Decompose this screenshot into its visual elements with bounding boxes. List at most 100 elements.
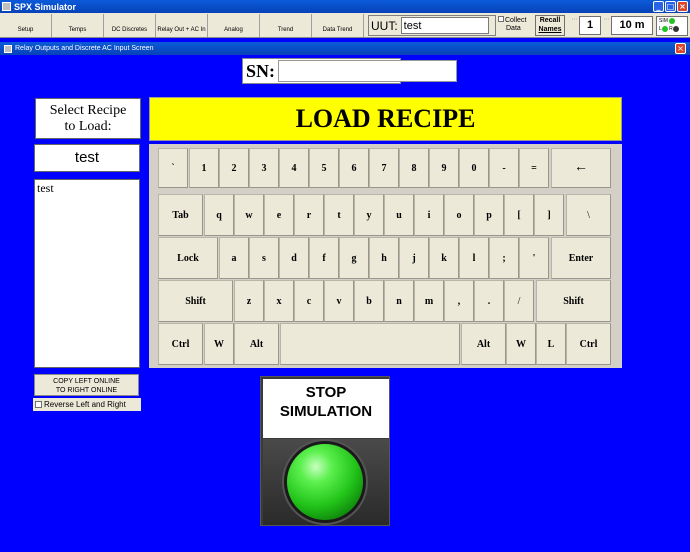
child-close-button[interactable]: ×: [675, 43, 686, 54]
key-p[interactable]: p: [474, 194, 504, 236]
counter-field[interactable]: 1: [579, 16, 601, 35]
key-left-shift[interactable]: Shift: [158, 280, 233, 322]
key-o[interactable]: o: [444, 194, 474, 236]
close-button[interactable]: ×: [677, 1, 688, 12]
key-left-alt[interactable]: Alt: [234, 323, 279, 365]
maximize-button[interactable]: □: [665, 1, 676, 12]
key-5[interactable]: 5: [309, 148, 339, 188]
load-recipe-button[interactable]: LOAD RECIPE: [149, 97, 622, 141]
key-f[interactable]: f: [309, 237, 339, 279]
child-window-title: Relay Outputs and Discrete AC Input Scre…: [15, 45, 154, 52]
interval-field[interactable]: 10 m: [611, 16, 653, 35]
tab-dc-discretes[interactable]: DC Discretes: [104, 14, 156, 37]
collect-data-checkbox[interactable]: Collect Data: [498, 16, 534, 33]
key-d[interactable]: d: [279, 237, 309, 279]
key-i[interactable]: i: [414, 194, 444, 236]
key-enter[interactable]: Enter: [551, 237, 611, 279]
key-7[interactable]: 7: [369, 148, 399, 188]
key-u[interactable]: u: [384, 194, 414, 236]
key-h[interactable]: h: [369, 237, 399, 279]
key-z[interactable]: z: [234, 280, 264, 322]
tab-setup[interactable]: Setup: [0, 14, 52, 37]
key-left-ctrl[interactable]: Ctrl: [158, 323, 203, 365]
key-a[interactable]: a: [219, 237, 249, 279]
stop-simulation-button[interactable]: [287, 444, 363, 520]
key-backtick[interactable]: `: [158, 148, 188, 188]
key-left-bracket[interactable]: [: [504, 194, 534, 236]
key-comma[interactable]: ,: [444, 280, 474, 322]
key-right-alt[interactable]: Alt: [461, 323, 506, 365]
stop-line1: STOP: [305, 384, 347, 401]
key-c[interactable]: c: [294, 280, 324, 322]
key-equals[interactable]: =: [519, 148, 549, 188]
key-8[interactable]: 8: [399, 148, 429, 188]
tab-trend[interactable]: Trend: [260, 14, 312, 37]
key-right-ctrl[interactable]: Ctrl: [566, 323, 611, 365]
key-y[interactable]: y: [354, 194, 384, 236]
toolbar: Setup Temps DC Discretes Relay Out + AC …: [0, 13, 690, 38]
key-m[interactable]: m: [414, 280, 444, 322]
key-e[interactable]: e: [264, 194, 294, 236]
copy-left-to-right-button[interactable]: COPY LEFT ONLINE TO RIGHT ONLINE: [34, 374, 139, 396]
key-right-bracket[interactable]: ]: [534, 194, 564, 236]
uut-box: UUT:: [368, 15, 496, 36]
key-semicolon[interactable]: ;: [489, 237, 519, 279]
key-s[interactable]: s: [249, 237, 279, 279]
key-caps-lock[interactable]: Lock: [158, 237, 218, 279]
sim-led-icon: [669, 17, 676, 24]
key-backslash[interactable]: \: [566, 194, 611, 236]
key-w[interactable]: w: [234, 194, 264, 236]
key-q[interactable]: q: [204, 194, 234, 236]
key-b[interactable]: b: [354, 280, 384, 322]
stop-simulation-label: STOP SIMULATION: [263, 379, 389, 438]
key-4[interactable]: 4: [279, 148, 309, 188]
sn-input[interactable]: [278, 60, 458, 82]
r-led-icon: [672, 25, 679, 32]
key-l-right[interactable]: L: [536, 323, 566, 365]
key-r[interactable]: r: [294, 194, 324, 236]
key-quote[interactable]: ': [519, 237, 549, 279]
tab-temps[interactable]: Temps: [52, 14, 104, 37]
tab-data-trend[interactable]: Data Trend: [312, 14, 364, 37]
uut-label: UUT:: [371, 18, 398, 33]
key-period[interactable]: .: [474, 280, 504, 322]
key-right-win[interactable]: W: [506, 323, 536, 365]
key-left-win[interactable]: W: [204, 323, 234, 365]
key-backspace[interactable]: ←: [551, 148, 611, 188]
l-led-icon: [661, 25, 668, 32]
tab-analog[interactable]: Analog: [208, 14, 260, 37]
key-g[interactable]: g: [339, 237, 369, 279]
reverse-left-right-checkbox[interactable]: Reverse Left and Right: [33, 398, 141, 411]
app-title: SPX Simulator: [14, 1, 77, 12]
key-l[interactable]: l: [459, 237, 489, 279]
key-right-shift[interactable]: Shift: [536, 280, 611, 322]
key-minus[interactable]: -: [489, 148, 519, 188]
recipe-name-field[interactable]: test: [34, 144, 140, 172]
key-v[interactable]: v: [324, 280, 354, 322]
key-tab[interactable]: Tab: [158, 194, 203, 236]
collect-data-label: Collect: [505, 17, 527, 24]
key-9[interactable]: 9: [429, 148, 459, 188]
key-n[interactable]: n: [384, 280, 414, 322]
key-1[interactable]: 1: [189, 148, 219, 188]
recipe-list[interactable]: test: [34, 179, 140, 368]
key-2[interactable]: 2: [219, 148, 249, 188]
recall-names-button[interactable]: Recall Names: [535, 15, 565, 36]
key-3[interactable]: 3: [249, 148, 279, 188]
key-space[interactable]: [280, 323, 460, 365]
key-slash[interactable]: /: [504, 280, 534, 322]
key-k[interactable]: k: [429, 237, 459, 279]
stop-simulation-panel: STOP SIMULATION: [260, 376, 390, 526]
list-item[interactable]: test: [37, 181, 137, 196]
names-label: Names: [538, 26, 562, 33]
minimize-button[interactable]: _: [653, 1, 664, 12]
interval-side-label: : : :: [603, 16, 610, 21]
key-t[interactable]: t: [324, 194, 354, 236]
sim-indicator: SIM L R: [656, 16, 688, 36]
key-x[interactable]: x: [264, 280, 294, 322]
key-0[interactable]: 0: [459, 148, 489, 188]
key-j[interactable]: j: [399, 237, 429, 279]
key-6[interactable]: 6: [339, 148, 369, 188]
tab-relay-out-ac-in[interactable]: Relay Out + AC In: [156, 14, 208, 37]
uut-input[interactable]: [400, 17, 489, 34]
